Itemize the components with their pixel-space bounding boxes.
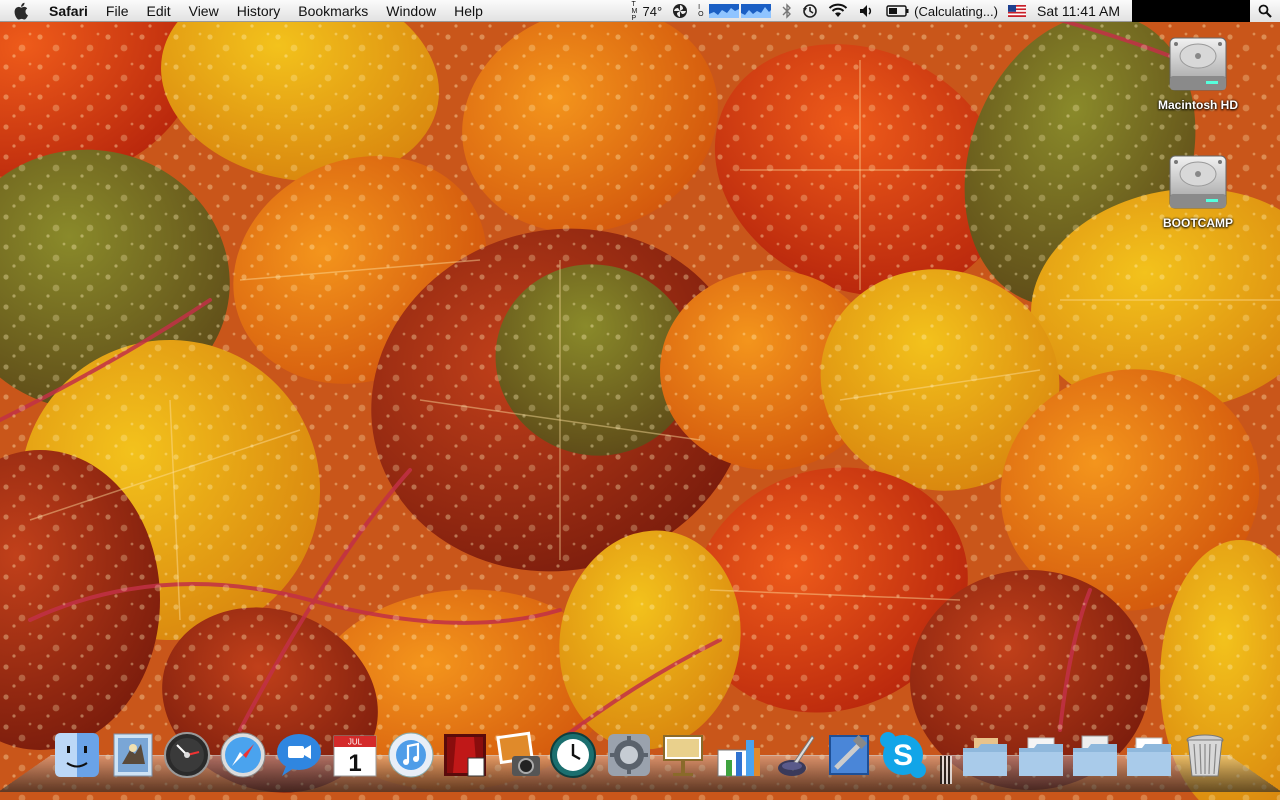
front-row-icon [444, 734, 486, 777]
battery-icon [886, 5, 909, 17]
network-monitor[interactable]: IO [693, 0, 777, 22]
quill-icon [778, 735, 815, 776]
apple-logo-icon[interactable] [0, 2, 40, 20]
folder-stack-icon [963, 738, 1007, 776]
keynote-icon [663, 735, 703, 776]
dock-trash[interactable] [1180, 730, 1230, 782]
dashboard-icon [164, 732, 210, 778]
menu-left: Safari File Edit View History Bookmarks … [0, 0, 492, 22]
dock-skype[interactable]: S [878, 730, 928, 782]
time-machine-icon [550, 732, 596, 778]
ical-month-text: JUL [348, 738, 363, 747]
dock-stack-documents[interactable] [1016, 730, 1066, 782]
safari-icon [220, 732, 266, 778]
battery-text: (Calculating...) [914, 3, 998, 19]
menu-extras: TMP 74° IO (Calculating...) Sat 11:41 AM [627, 0, 1280, 22]
input-source-flag-icon[interactable] [1003, 0, 1031, 22]
hard-drive-icon [1166, 150, 1230, 214]
menu-app-safari[interactable]: Safari [40, 0, 97, 22]
xcode-icon [829, 734, 869, 775]
menu-file[interactable]: File [97, 0, 138, 22]
volume-icon[interactable] [853, 0, 881, 22]
desktop-wallpaper [0, 0, 1280, 800]
dock-ichat[interactable] [274, 730, 324, 782]
spotlight-search-icon[interactable] [1250, 0, 1280, 22]
menu-bar: Safari File Edit View History Bookmarks … [0, 0, 1280, 22]
iphoto-icon [496, 731, 540, 776]
dock-stack-applications[interactable] [960, 730, 1010, 782]
dock-front-row[interactable] [440, 730, 490, 782]
menu-edit[interactable]: Edit [137, 0, 179, 22]
dock-ical[interactable]: JUL 1 [330, 730, 380, 782]
dock-separator [940, 756, 952, 784]
cpu-graph-icon [741, 4, 772, 18]
folder-stack-icon [1073, 735, 1117, 776]
dock-stack-downloads[interactable] [1070, 730, 1120, 782]
numbers-icon [717, 740, 760, 777]
temperature-widget[interactable]: TMP 74° [627, 0, 668, 22]
finder-icon [55, 733, 99, 777]
network-graph-icon [709, 4, 740, 18]
dock-system-preferences[interactable] [604, 730, 654, 782]
mail-icon [113, 733, 153, 777]
menu-window[interactable]: Window [377, 0, 445, 22]
ichat-icon [277, 734, 321, 776]
dock-safari[interactable] [218, 730, 268, 782]
system-preferences-icon [608, 734, 650, 776]
dock-mail[interactable] [108, 730, 158, 782]
menu-clock[interactable]: Sat 11:41 AM [1031, 0, 1132, 22]
menu-bookmarks[interactable]: Bookmarks [289, 0, 377, 22]
menubar-blank-area [1132, 0, 1250, 22]
skype-icon: S [880, 732, 926, 778]
temperature-readout: 74° [642, 3, 663, 19]
activity-icon: IO [698, 4, 704, 18]
desktop-icon-label: BOOTCAMP [1163, 216, 1233, 230]
dock-keynote[interactable] [658, 730, 708, 782]
desktop-icon-bootcamp[interactable]: BOOTCAMP [1148, 150, 1248, 232]
svg-text:S: S [893, 739, 913, 772]
desktop-icon-macintosh-hd[interactable]: Macintosh HD [1148, 32, 1248, 114]
ical-date-text: 1 [348, 750, 361, 777]
menu-view[interactable]: View [180, 0, 228, 22]
folder-stack-icon [1127, 737, 1171, 776]
dock-iphoto[interactable] [494, 730, 544, 782]
hard-drive-icon [1166, 32, 1230, 96]
battery-status[interactable]: (Calculating...) [881, 0, 1003, 22]
dock-itunes[interactable] [386, 730, 436, 782]
desktop-icon-label: Macintosh HD [1157, 98, 1238, 112]
folder-stack-icon [1019, 737, 1063, 776]
menu-help[interactable]: Help [445, 0, 492, 22]
itunes-icon [388, 732, 434, 778]
dock-numbers[interactable] [714, 730, 764, 782]
wifi-icon[interactable] [823, 0, 853, 22]
dock-finder[interactable] [52, 730, 102, 782]
dock-stack-folder[interactable] [1124, 730, 1174, 782]
dock: JUL 1 S [52, 730, 1252, 786]
dock-xcode[interactable] [824, 730, 874, 782]
fan-icon[interactable] [667, 0, 693, 22]
dock-dashboard[interactable] [162, 730, 212, 782]
dock-script-editor[interactable] [770, 730, 820, 782]
dock-time-machine[interactable] [548, 730, 598, 782]
time-machine-status-icon[interactable] [797, 0, 823, 22]
bluetooth-icon[interactable] [777, 0, 797, 22]
menu-history[interactable]: History [228, 0, 290, 22]
ical-icon: JUL 1 [333, 735, 377, 777]
trash-icon [1186, 734, 1224, 777]
thermometer-icon: TMP [631, 0, 638, 22]
